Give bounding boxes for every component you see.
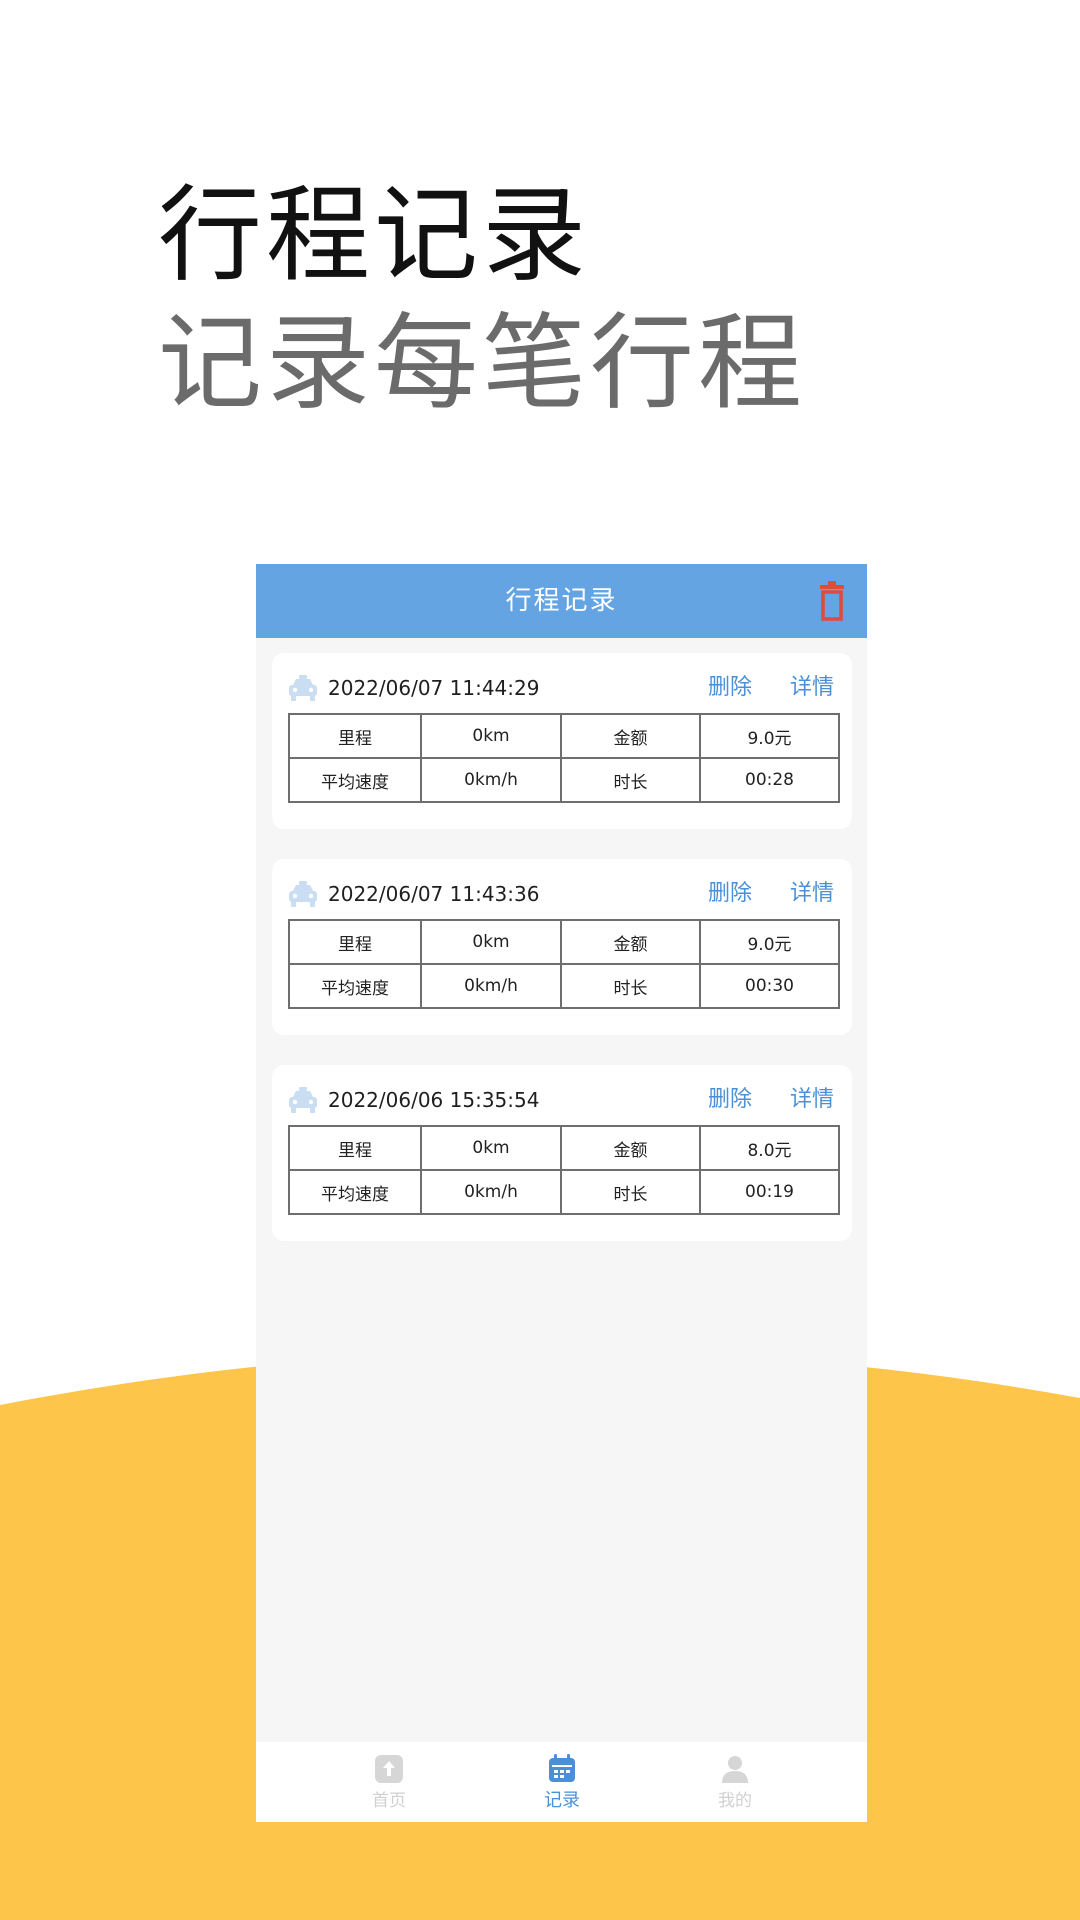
table-row: 平均速度 0km/h 时长 00:28 (288, 757, 840, 803)
tab-home[interactable]: 首页 (329, 1742, 449, 1822)
table-row: 里程 0km 金额 9.0元 (288, 713, 840, 759)
trip-card: 2022/06/07 11:43:36 删除 详情 里程 0km 金额 9.0元… (272, 859, 852, 1035)
tab-label: 记录 (544, 1790, 580, 1811)
calendar-icon (549, 1754, 575, 1782)
table-row: 里程 0km 金额 8.0元 (288, 1125, 840, 1171)
duration-label: 时长 (560, 757, 701, 803)
phone-screen: 行程记录 2022/06/07 11:44:29 删除 详情 里程 0km 金额… (256, 564, 867, 1822)
promo-subtitle: 记录每笔行程 (158, 302, 807, 424)
mileage-value: 0km (420, 713, 562, 759)
bottom-tab-bar: 首页 记录 我的 (256, 1742, 867, 1822)
duration-value: 00:30 (699, 963, 840, 1009)
duration-label: 时长 (560, 1169, 701, 1215)
tab-mine[interactable]: 我的 (675, 1742, 795, 1822)
duration-value: 00:19 (699, 1169, 840, 1215)
trip-stats-table: 里程 0km 金额 9.0元 平均速度 0km/h 时长 00:30 (288, 919, 840, 1009)
duration-label: 时长 (560, 963, 701, 1009)
home-upload-icon (375, 1755, 403, 1783)
car-icon (289, 675, 317, 701)
trash-icon[interactable] (818, 581, 846, 621)
avg-speed-label: 平均速度 (288, 963, 422, 1009)
table-row: 平均速度 0km/h 时长 00:30 (288, 963, 840, 1009)
mileage-value: 0km (420, 919, 562, 965)
trip-card: 2022/06/06 15:35:54 删除 详情 里程 0km 金额 8.0元… (272, 1065, 852, 1241)
amount-value: 9.0元 (699, 919, 840, 965)
mileage-label: 里程 (288, 919, 422, 965)
app-header: 行程记录 (256, 564, 867, 638)
trip-card: 2022/06/07 11:44:29 删除 详情 里程 0km 金额 9.0元… (272, 653, 852, 829)
avg-speed-value: 0km/h (420, 757, 562, 803)
amount-label: 金额 (560, 919, 701, 965)
avg-speed-label: 平均速度 (288, 1169, 422, 1215)
trip-stats-table: 里程 0km 金额 8.0元 平均速度 0km/h 时长 00:19 (288, 1125, 840, 1215)
header-title: 行程记录 (505, 586, 618, 616)
mileage-label: 里程 (288, 1125, 422, 1171)
amount-value: 9.0元 (699, 713, 840, 759)
amount-value: 8.0元 (699, 1125, 840, 1171)
avg-speed-value: 0km/h (420, 963, 562, 1009)
avg-speed-label: 平均速度 (288, 757, 422, 803)
table-row: 平均速度 0km/h 时长 00:19 (288, 1169, 840, 1215)
table-row: 里程 0km 金额 9.0元 (288, 919, 840, 965)
user-icon (722, 1756, 748, 1783)
car-icon (289, 1087, 317, 1113)
duration-value: 00:28 (699, 757, 840, 803)
trip-stats-table: 里程 0km 金额 9.0元 平均速度 0km/h 时长 00:28 (288, 713, 840, 803)
avg-speed-value: 0km/h (420, 1169, 562, 1215)
tab-label: 我的 (718, 1791, 752, 1811)
tab-records[interactable]: 记录 (502, 1742, 622, 1822)
mileage-value: 0km (420, 1125, 562, 1171)
amount-label: 金额 (560, 713, 701, 759)
amount-label: 金额 (560, 1125, 701, 1171)
mileage-label: 里程 (288, 713, 422, 759)
tab-label: 首页 (372, 1791, 406, 1811)
car-icon (289, 881, 317, 907)
